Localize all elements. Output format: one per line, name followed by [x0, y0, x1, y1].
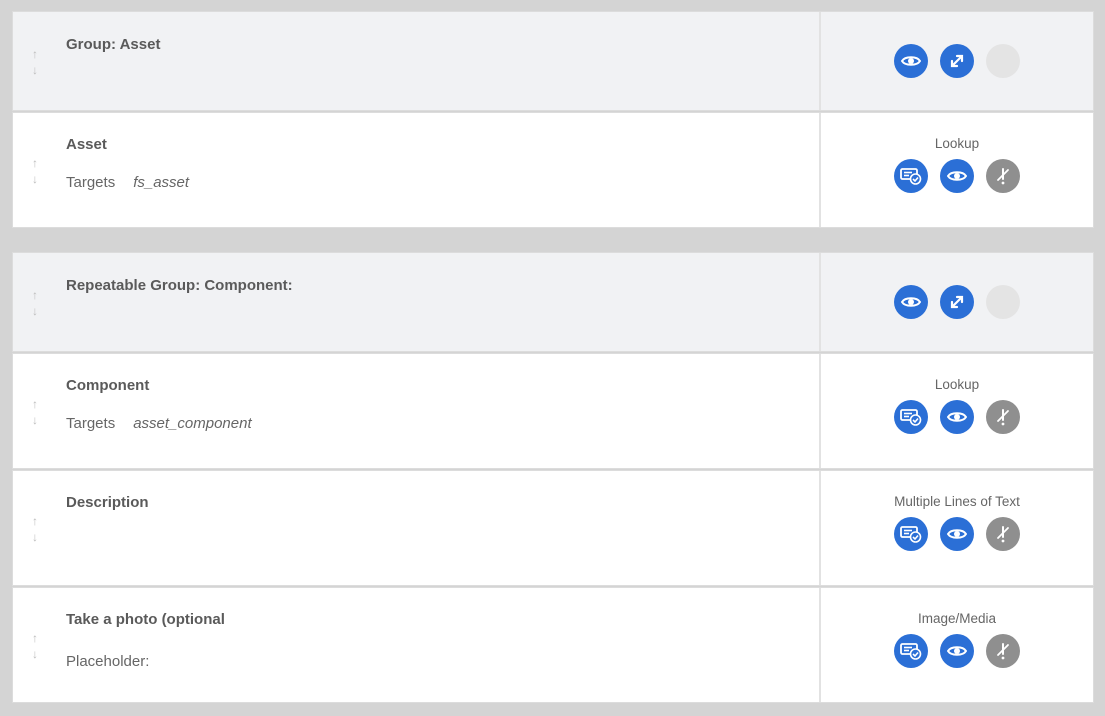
- field-type-label: Image/Media: [917, 611, 997, 626]
- arrow-down-icon: ↓: [32, 530, 38, 544]
- required-check-icon[interactable]: [894, 159, 928, 193]
- arrow-down-icon: ↓: [32, 172, 38, 186]
- group-row[interactable]: ↑ ↓ Repeatable Group: Component:: [12, 252, 1094, 352]
- drag-handle[interactable]: ↑ ↓: [29, 396, 41, 428]
- field-row[interactable]: ↑ ↓ Component Targets asset_component Loo…: [12, 353, 1094, 469]
- eye-icon[interactable]: [894, 44, 928, 78]
- targets-label: Targets: [66, 174, 116, 191]
- group-title: Repeatable Group: Component:: [66, 277, 293, 294]
- targets-value: asset_component: [133, 415, 252, 432]
- required-check-icon[interactable]: [894, 634, 928, 668]
- eye-icon[interactable]: [940, 634, 974, 668]
- disable-icon[interactable]: [986, 517, 1020, 551]
- field-type-label: Lookup: [934, 377, 980, 392]
- eye-icon[interactable]: [894, 285, 928, 319]
- field-placeholder: Placeholder:: [66, 653, 149, 670]
- arrow-up-icon: ↑: [32, 288, 38, 302]
- disable-icon[interactable]: [986, 159, 1020, 193]
- arrow-down-icon: ↓: [32, 63, 38, 77]
- field-actions: [894, 634, 1020, 668]
- drag-handle[interactable]: ↑ ↓: [29, 46, 41, 78]
- section-group-asset: ↑ ↓ Group: Asset ↑ ↓ Asset Targets fs_as…: [12, 11, 1094, 229]
- group-row[interactable]: ↑ ↓ Group: Asset: [12, 11, 1094, 111]
- field-row[interactable]: ↑ ↓ Take a photo (optional Placeholder: …: [12, 587, 1094, 703]
- targets-label: Targets: [66, 415, 116, 432]
- field-actions: [894, 159, 1020, 193]
- field-actions: [894, 517, 1020, 551]
- disable-icon[interactable]: [986, 634, 1020, 668]
- required-check-icon[interactable]: [894, 400, 928, 434]
- field-type-label: Multiple Lines of Text: [894, 494, 1020, 509]
- arrow-up-icon: ↑: [32, 156, 38, 170]
- arrow-up-icon: ↑: [32, 397, 38, 411]
- group-actions: [894, 285, 1020, 319]
- section-repeatable-group-component: ↑ ↓ Repeatable Group: Component: ↑ ↓ Com…: [12, 252, 1094, 704]
- targets-value: fs_asset: [133, 174, 190, 191]
- field-targets: Targets fs_asset: [66, 174, 189, 191]
- arrow-up-icon: ↑: [32, 631, 38, 645]
- eye-icon[interactable]: [940, 517, 974, 551]
- required-check-icon[interactable]: [894, 517, 928, 551]
- disable-icon[interactable]: [986, 400, 1020, 434]
- group-actions: [894, 44, 1020, 78]
- field-type-label: Lookup: [934, 136, 980, 151]
- expand-icon[interactable]: [940, 44, 974, 78]
- group-title: Group: Asset: [66, 36, 161, 53]
- drag-handle[interactable]: ↑ ↓: [29, 513, 41, 545]
- arrow-down-icon: ↓: [32, 647, 38, 661]
- empty-action-slot: [986, 44, 1020, 78]
- expand-icon[interactable]: [940, 285, 974, 319]
- field-title: Asset: [66, 136, 107, 153]
- eye-icon[interactable]: [940, 159, 974, 193]
- arrow-down-icon: ↓: [32, 304, 38, 318]
- drag-handle[interactable]: ↑ ↓: [29, 155, 41, 187]
- arrow-down-icon: ↓: [32, 413, 38, 427]
- field-title: Component: [66, 377, 150, 394]
- arrow-up-icon: ↑: [32, 47, 38, 61]
- eye-icon[interactable]: [940, 400, 974, 434]
- field-targets: Targets asset_component: [66, 415, 252, 432]
- field-title: Description: [66, 494, 149, 511]
- empty-action-slot: [986, 285, 1020, 319]
- field-actions: [894, 400, 1020, 434]
- drag-handle[interactable]: ↑ ↓: [29, 287, 41, 319]
- placeholder-label: Placeholder:: [66, 653, 150, 670]
- field-row[interactable]: ↑ ↓ Description Multiple Lines of Text: [12, 470, 1094, 586]
- field-row[interactable]: ↑ ↓ Asset Targets fs_asset Lookup: [12, 112, 1094, 228]
- drag-handle[interactable]: ↑ ↓: [29, 630, 41, 662]
- arrow-up-icon: ↑: [32, 514, 38, 528]
- field-title: Take a photo (optional: [66, 611, 225, 628]
